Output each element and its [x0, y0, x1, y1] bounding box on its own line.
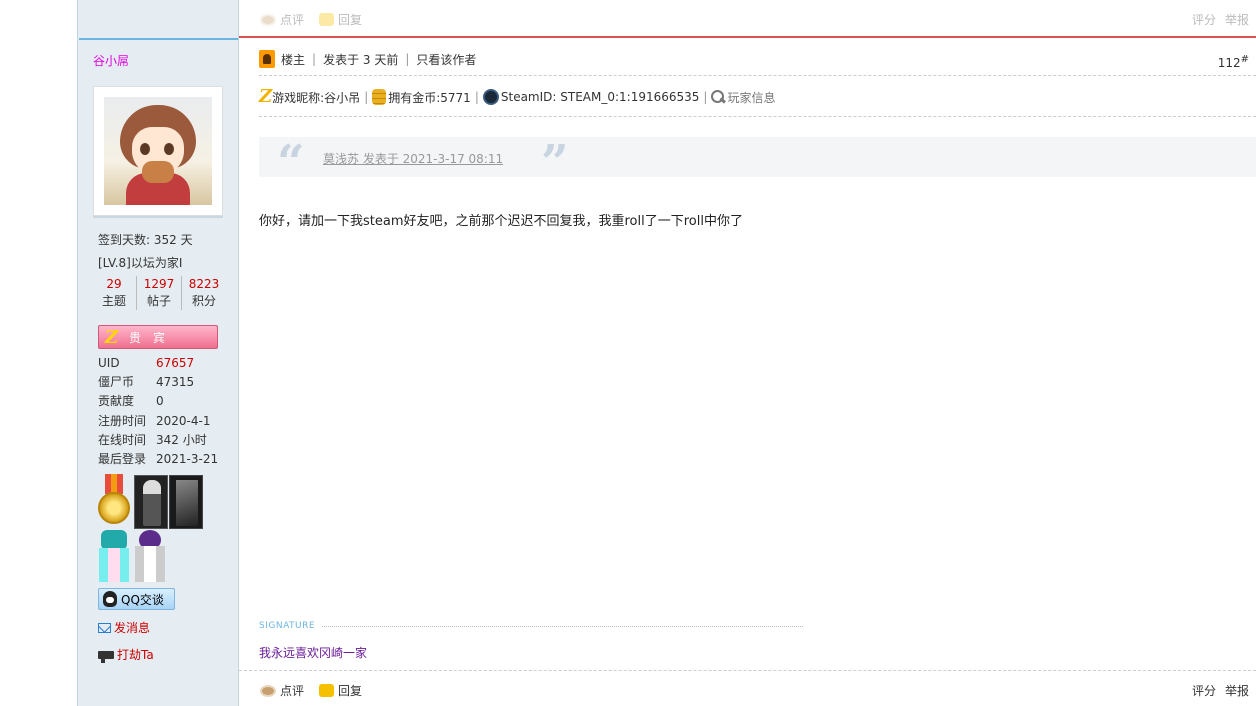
prev-rate-button[interactable]: 点评 [260, 11, 304, 28]
reply-label: 回复 [338, 684, 363, 698]
user-level[interactable]: [LV.8]以坛为家I [98, 254, 182, 271]
report-link[interactable]: 举报 [1225, 682, 1249, 699]
count-threads[interactable]: 29 主题 [92, 276, 137, 310]
player-info-link[interactable]: 玩家信息 [727, 89, 775, 106]
vip-badge: Z 贵宾 [98, 325, 218, 349]
coins: 拥有金币:5771 [388, 90, 471, 105]
sidebar-divider [93, 216, 223, 218]
post-content: 你好，请加一下我steam好友吧，之前那个迟迟不回复我，我重roll了一下rol… [259, 214, 743, 229]
prev-rate-label: 点评 [280, 13, 305, 27]
prev-score-link[interactable]: 评分 [1192, 11, 1216, 28]
host-label: 楼主 [281, 52, 306, 67]
count-posts[interactable]: 1297 帖子 [137, 276, 182, 310]
count-points[interactable]: 8223 积分 [182, 276, 226, 310]
rob-label: 打劫Ta [117, 648, 154, 662]
signature-divider [322, 626, 803, 627]
steam-icon [482, 89, 499, 105]
gun-icon [98, 650, 114, 663]
avatar[interactable] [93, 86, 223, 216]
left-gutter [0, 0, 78, 706]
qq-penguin-icon [103, 591, 117, 607]
qq-chat-label: QQ交谈 [121, 592, 164, 607]
comment-bubble-icon [260, 13, 276, 26]
avatar-image [104, 97, 212, 205]
medal-silver-hair-icon[interactable] [134, 475, 168, 529]
coins-icon [372, 89, 387, 105]
floor-number[interactable]: 112# [1218, 54, 1249, 70]
medal-white-hair-icon[interactable] [133, 528, 167, 582]
rate-button[interactable]: 点评 [260, 682, 304, 699]
comment-bubble-icon [260, 684, 276, 697]
info-row-last-login: 最后登录 2021-3-21 [98, 451, 219, 466]
user-info-table: UID 67657 僵尸币 47315 贡献度 0 注册时间 2020-4-1 … [98, 354, 218, 469]
signature-label: SIGNATURE [259, 621, 316, 631]
vip-badge-label: 贵宾 [129, 330, 178, 345]
game-nick: 游戏昵称:谷小吊 [272, 90, 361, 105]
info-row-uid: UID 67657 [98, 354, 218, 373]
gamebar-divider [259, 116, 1256, 117]
info-row-register: 注册时间 2020-4-1 [98, 413, 211, 428]
info-row-coins: 僵尸币 47315 [98, 375, 195, 390]
prev-post-action-bar: 点评 回复 评分 举报 [239, 0, 1256, 38]
reply-button[interactable]: 回复 [319, 682, 362, 699]
username-link[interactable]: 谷小屌 [79, 38, 238, 78]
close-quote-icon: ” [541, 135, 569, 191]
checkin-days: 签到天数: 352 天 [98, 233, 193, 247]
score-link[interactable]: 评分 [1192, 682, 1216, 699]
steam-id: SteamID: STEAM_0:1:191666535 [500, 90, 700, 104]
z-logo-icon: Z [105, 327, 119, 348]
mail-icon [98, 622, 111, 633]
z-logo-icon: Z [259, 86, 273, 107]
send-message-link[interactable]: 发消息 [98, 619, 150, 636]
post-header: 楼主 | 发表于 3 天前 | 只看该作者 112# [259, 48, 1249, 76]
sidebar-top-blank [79, 0, 238, 38]
info-row-contribution: 贡献度 0 [98, 394, 164, 409]
user-counts: 29 主题 1297 帖子 8223 积分 [92, 276, 226, 310]
uid-link[interactable]: 67657 [156, 354, 194, 373]
post-time: 发表于 3 天前 [323, 52, 399, 67]
thread-starter-icon [259, 50, 275, 68]
info-row-online: 在线时间 342 小时 [98, 432, 207, 447]
open-quote-icon: “ [277, 135, 305, 191]
game-info-bar: Z 游戏昵称:谷小吊 | 拥有金币:5771 | SteamID: STEAM_… [259, 86, 776, 107]
header-divider [259, 75, 1256, 76]
prev-reply-button[interactable]: 回复 [319, 11, 362, 28]
rob-link[interactable]: 打劫Ta [98, 646, 154, 663]
rate-label: 点评 [280, 684, 305, 698]
send-message-label: 发消息 [114, 621, 151, 635]
medal-dark-warrior-icon[interactable] [169, 475, 203, 529]
medal-gold-icon[interactable] [97, 474, 131, 528]
quote-block: “ 莫浅苏 发表于 2021-3-17 08:11 ” [259, 135, 1256, 191]
qq-chat-button[interactable]: QQ交谈 [98, 588, 175, 610]
search-icon [711, 90, 725, 104]
post-action-bar: 点评 回复 评分 举报 [239, 670, 1256, 706]
only-author-link[interactable]: 只看该作者 [416, 51, 476, 68]
signature-text: 我永远喜欢冈崎一家 [259, 646, 368, 660]
medal-miku-icon[interactable] [97, 528, 131, 582]
quote-link[interactable]: 莫浅苏 发表于 2021-3-17 08:11 [323, 150, 503, 167]
prev-report-link[interactable]: 举报 [1225, 11, 1249, 28]
prev-reply-label: 回复 [338, 13, 363, 27]
reply-bubble-icon [319, 13, 334, 26]
reply-bubble-icon [319, 684, 334, 697]
